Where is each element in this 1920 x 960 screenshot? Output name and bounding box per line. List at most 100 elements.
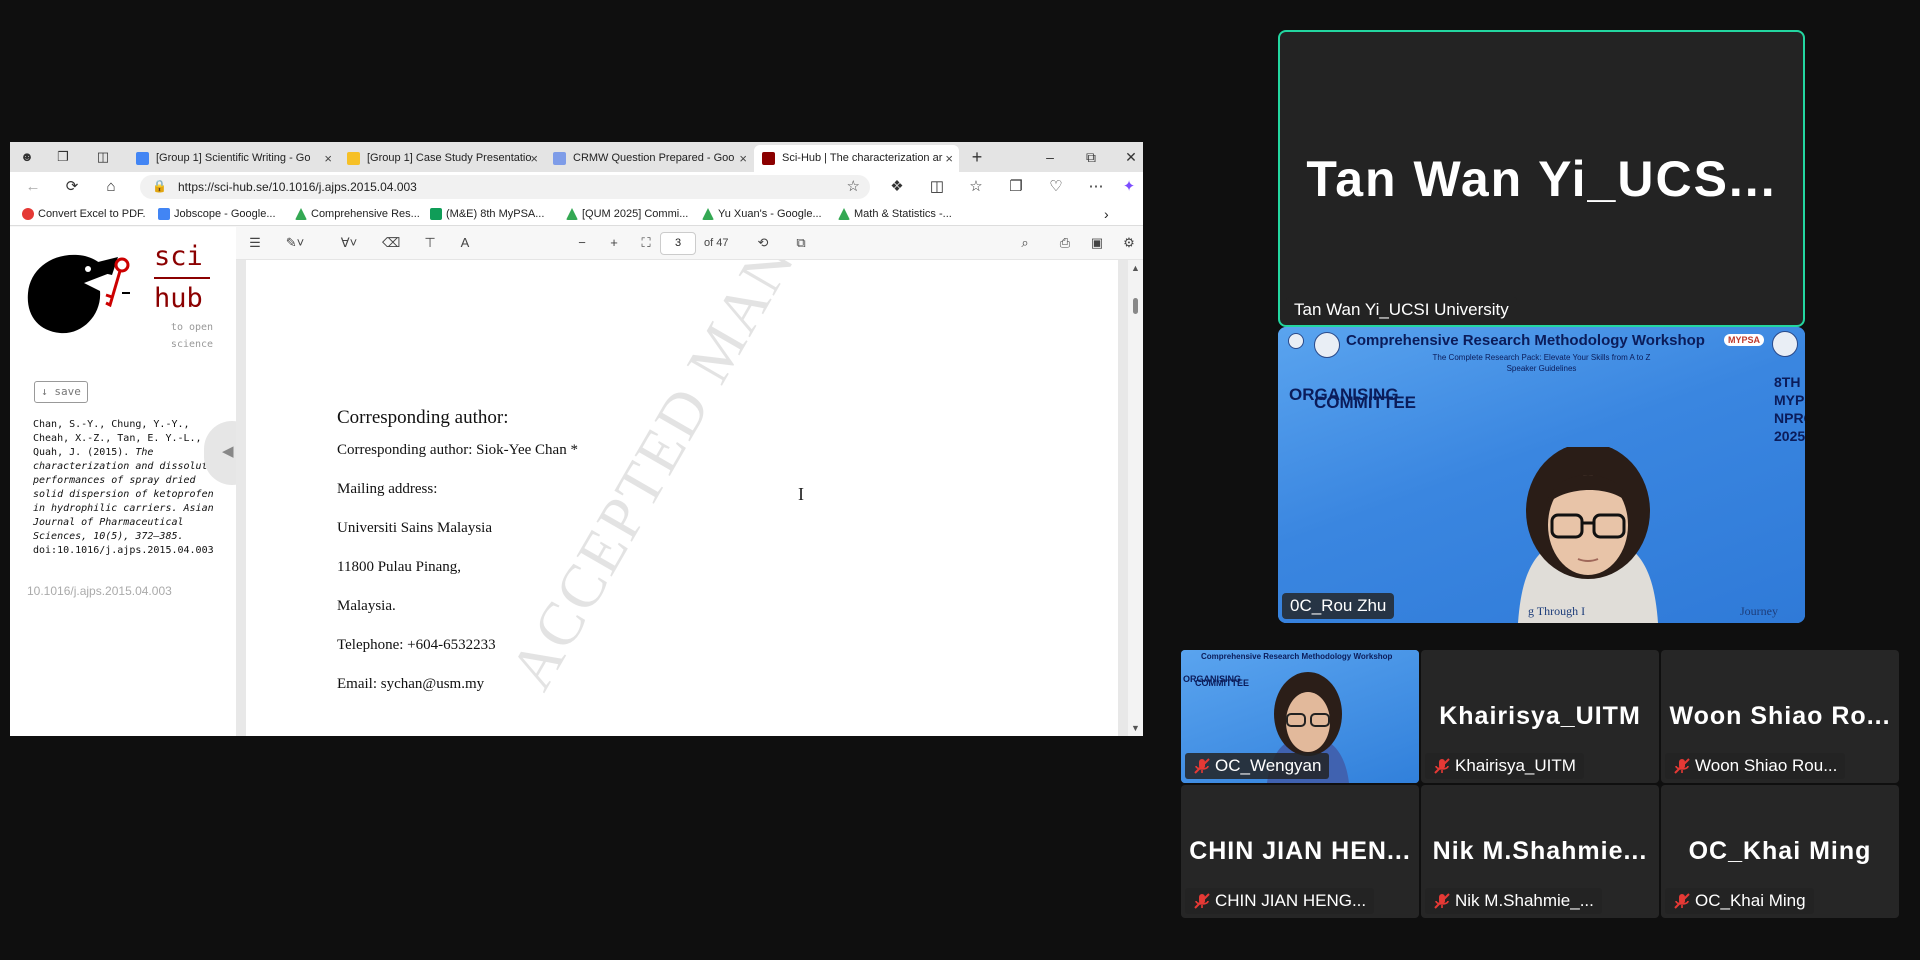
extensions-icon[interactable]: ❖	[886, 177, 908, 197]
citation-text: Chan, S.-Y., Chung, Y.-Y., Cheah, X.-Z.,…	[33, 419, 226, 556]
tab-case-study[interactable]: [Group 1] Case Study Presentatio ×	[339, 145, 544, 172]
read-aloud-icon[interactable]: A	[456, 234, 474, 252]
profile-icon[interactable]: ☻	[18, 148, 36, 166]
save-button[interactable]: ↓ save	[34, 381, 88, 403]
favorites-icon[interactable]: ☆	[965, 177, 987, 197]
drive-icon	[566, 208, 578, 220]
close-tab-icon[interactable]: ×	[945, 145, 953, 172]
participant-tile-nik-shahmie[interactable]: Nik M.Shahmie... Nik M.Shahmie_...	[1421, 785, 1659, 918]
eraser-icon[interactable]: ⌫	[382, 234, 400, 252]
lock-icon[interactable]: 🔒	[152, 179, 167, 193]
copilot-icon[interactable]: ✦	[1118, 177, 1140, 197]
close-tab-icon[interactable]: ×	[324, 145, 332, 172]
muted-microphone-icon	[1674, 893, 1690, 909]
page-number-input[interactable]: 3	[660, 232, 696, 255]
banner-vertical-organising: ORGANISING	[1183, 674, 1242, 684]
participant-grid: Comprehensive Research Methodology Works…	[1181, 650, 1901, 918]
pdf-toolbar: ☰ ✎˅ ∀˅ ⌫ ⊤ A − + ⛶ 3 of 47 ⟲ ⧉ ⌕ ⎙ ▣ ⚙	[236, 227, 1143, 260]
bookmark-qum[interactable]: [QUM 2025] Commi...	[564, 202, 688, 226]
fit-page-icon[interactable]: ⛶	[638, 234, 654, 252]
university-logo-icon	[1288, 333, 1304, 349]
bookmark-comprehensive[interactable]: Comprehensive Res...	[293, 202, 420, 226]
text-cursor-icon: I	[798, 484, 804, 504]
add-text-icon[interactable]: ⊤	[421, 234, 439, 252]
pdf-viewer: ☰ ✎˅ ∀˅ ⌫ ⊤ A − + ⛶ 3 of 47 ⟲ ⧉ ⌕ ⎙ ▣ ⚙	[236, 227, 1143, 736]
muted-microphone-icon	[1434, 758, 1450, 774]
rotate-icon[interactable]: ⟲	[754, 234, 772, 252]
tab-scihub[interactable]: Sci-Hub | The characterization ar ×	[754, 145, 959, 172]
heart-icon	[22, 208, 34, 220]
zoom-out-icon[interactable]: −	[574, 234, 590, 252]
participant-tile-wengyan[interactable]: Comprehensive Research Methodology Works…	[1181, 650, 1419, 783]
pdf-scrollbar[interactable]: ▲ ▼	[1128, 260, 1143, 736]
participant-tile-woon-shiao-rou[interactable]: Woon Shiao Ro... Woon Shiao Rou...	[1661, 650, 1899, 783]
doc-line: 11800 Pulau Pinang,	[337, 559, 462, 575]
muted-microphone-icon	[1434, 893, 1450, 909]
scroll-up-icon[interactable]: ▲	[1131, 263, 1140, 273]
participant-tile-khairisya[interactable]: Khairisya_UITM Khairisya_UITM	[1421, 650, 1659, 783]
bookmark-convert-excel[interactable]: Convert Excel to PDF.	[20, 202, 146, 226]
highlight-icon[interactable]: ✎˅	[282, 234, 308, 252]
banner-vertical-organising: ORGANISING	[1289, 385, 1399, 404]
new-tab-icon[interactable]: +	[968, 148, 986, 166]
save-icon[interactable]: ▣	[1088, 234, 1106, 252]
close-tab-icon[interactable]: ×	[739, 145, 747, 172]
restore-icon[interactable]: ⧉	[1071, 142, 1111, 172]
participant-name-label: OC_Khai Ming	[1665, 888, 1814, 914]
bookmark-me-mypsa[interactable]: (M&E) 8th MyPSA...	[428, 202, 544, 226]
docs-icon	[136, 152, 149, 165]
doc-line: Universiti Sains Malaysia	[337, 520, 492, 536]
workspaces-icon[interactable]: ❐	[54, 148, 72, 166]
tab-strip: ☻ ❐ ◫ [Group 1] Scientific Writing - Go …	[10, 142, 1143, 172]
banner-vertical-nprc: 8TH MYPSA NPRC 2025	[1774, 374, 1805, 444]
page-total: of 47	[704, 237, 729, 249]
back-icon[interactable]: ←	[22, 177, 44, 197]
scroll-thumb[interactable]	[1133, 298, 1138, 314]
browser-essentials-icon[interactable]: ♡	[1045, 177, 1067, 197]
bookmark-yu-xuan[interactable]: Yu Xuan's - Google...	[700, 202, 822, 226]
tab-scientific-writing[interactable]: [Group 1] Scientific Writing - Go ×	[128, 145, 338, 172]
scroll-down-icon[interactable]: ▼	[1131, 723, 1140, 733]
collections-icon[interactable]: ❐	[1005, 177, 1027, 197]
split-screen-icon[interactable]: ◫	[926, 177, 948, 197]
chevron-right-icon[interactable]: ›	[1104, 202, 1109, 226]
search-icon[interactable]: ⌕	[1016, 234, 1034, 252]
active-speaker-tile[interactable]: Tan Wan Yi_UCS... Tan Wan Yi_UCSI Univer…	[1278, 30, 1805, 327]
speaker-name-label: Tan Wan Yi_UCSI University	[1286, 297, 1517, 323]
close-window-icon[interactable]: ✕	[1111, 142, 1143, 172]
favorite-star-icon[interactable]: ☆	[847, 177, 860, 195]
participant-video-rou-zhu[interactable]: Comprehensive Research Methodology Works…	[1278, 327, 1805, 623]
sheets-icon	[430, 208, 442, 220]
page-view-icon[interactable]: ⧉	[792, 234, 810, 252]
close-tab-icon[interactable]: ×	[530, 145, 538, 172]
banner-title: Comprehensive Research Methodology Works…	[1346, 332, 1705, 349]
url-text[interactable]: https://sci-hub.se/10.1016/j.ajps.2015.0…	[178, 175, 417, 199]
more-menu-icon[interactable]: ⋯	[1085, 177, 1107, 197]
participant-name-label: Khairisya_UITM	[1425, 753, 1584, 779]
settings-gear-icon[interactable]: ⚙	[1120, 234, 1138, 252]
bookmark-math-statistics[interactable]: Math & Statistics -...	[836, 202, 952, 226]
draw-icon[interactable]: ∀˅	[336, 234, 362, 252]
doc-line: Malaysia.	[337, 598, 396, 614]
participant-name-label: Woon Shiao Rou...	[1665, 753, 1846, 779]
tab-crmw-question[interactable]: CRMW Question Prepared - Goo ×	[545, 145, 753, 172]
participant-tile-khai-ming[interactable]: OC_Khai Ming OC_Khai Ming	[1661, 785, 1899, 918]
pdf-page: ACCEPTED MAN Corresponding author: Corre…	[246, 260, 1118, 736]
refresh-icon[interactable]: ⟳	[61, 177, 83, 197]
participant-tile-chin-jian-heng[interactable]: CHIN JIAN HEN... CHIN JIAN HENG...	[1181, 785, 1419, 918]
minimize-icon[interactable]: –	[1030, 142, 1070, 172]
doi-link[interactable]: 10.1016/j.ajps.2015.04.003	[27, 584, 172, 598]
drive-icon	[838, 208, 850, 220]
banner-tagline-end: Journey	[1740, 604, 1778, 618]
zoom-in-icon[interactable]: +	[606, 234, 622, 252]
muted-microphone-icon	[1194, 893, 1210, 909]
participant-name-label: Nik M.Shahmie_...	[1425, 888, 1602, 914]
print-icon[interactable]: ⎙	[1056, 234, 1074, 252]
banner-vertical-committee: COMMITTEE	[1195, 678, 1249, 688]
home-icon[interactable]: ⌂	[100, 177, 122, 197]
bookmark-jobscope[interactable]: Jobscope - Google...	[156, 202, 276, 226]
tab-actions-icon[interactable]: ◫	[94, 148, 112, 166]
address-bar[interactable]: 🔒 https://sci-hub.se/10.1016/j.ajps.2015…	[140, 175, 870, 199]
table-of-contents-icon[interactable]: ☰	[246, 234, 264, 252]
bookmarks-bar: Convert Excel to PDF. Jobscope - Google.…	[10, 202, 1143, 226]
